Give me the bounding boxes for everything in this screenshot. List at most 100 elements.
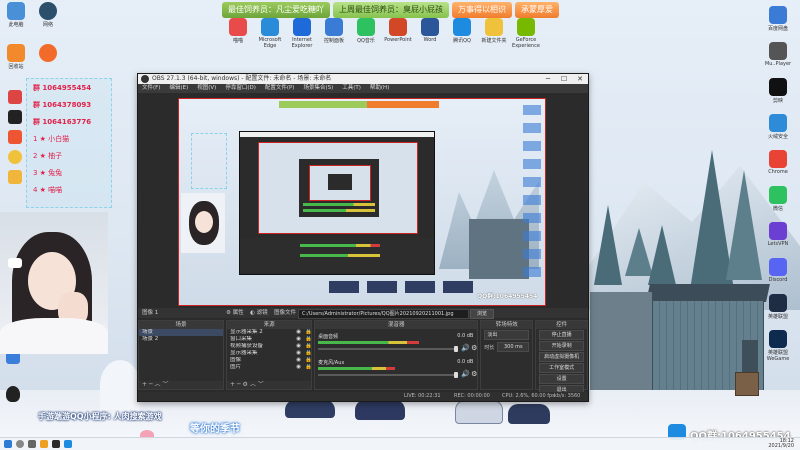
menu-item[interactable]: 文件(F)	[142, 84, 160, 93]
add-icon[interactable]: +	[142, 381, 147, 388]
desktop-icon[interactable]: Word	[414, 18, 446, 43]
desktop-icon[interactable]: 控制面板	[318, 18, 350, 44]
lock-icon[interactable]: 🔒	[305, 350, 311, 357]
chevron-down-icon[interactable]: ﹀	[162, 381, 168, 388]
maximize-button[interactable]: ☐	[556, 74, 572, 84]
menu-item[interactable]: 场景集合(S)	[303, 84, 333, 93]
gear-icon[interactable]: ⚙	[471, 370, 477, 378]
menu-item[interactable]: 配置文件(P)	[265, 84, 295, 93]
desktop-icon[interactable]: 腾讯QQ	[446, 18, 478, 44]
source-item[interactable]: ◉ 🔒 图像	[227, 357, 311, 364]
app-icon[interactable]	[8, 110, 22, 124]
source-item[interactable]: ◉ 🔒 视频捕获设备	[227, 343, 311, 350]
source-item[interactable]: ◉ 🔒 显示器采集 2	[227, 329, 311, 336]
desktop-icon[interactable]: Mu..Player	[762, 42, 794, 67]
eye-icon[interactable]: ◉	[296, 329, 301, 336]
scene-item[interactable]: 场景 2	[139, 336, 223, 343]
desktop-icon[interactable]: PowerPoint	[382, 18, 414, 43]
search-icon[interactable]	[16, 440, 24, 448]
control-button[interactable]: 启动虚拟摄像机	[539, 352, 584, 362]
volume-slider[interactable]	[318, 372, 459, 378]
desktop-icon-network[interactable]: 网络	[32, 2, 64, 28]
source-item[interactable]: ◉ 🔒 窗口采集	[227, 336, 311, 343]
obs-window[interactable]: OBS 27.1.3 (64-bit, windows) - 配置文件: 未命名…	[137, 73, 589, 402]
menu-item[interactable]: 编辑(E)	[169, 84, 188, 93]
control-button[interactable]: 开始录制	[539, 341, 584, 351]
chevron-up-icon[interactable]: ︿	[155, 381, 161, 388]
start-icon[interactable]	[4, 440, 12, 448]
source-item[interactable]: ◉ 🔒 显示器采集	[227, 350, 311, 357]
qq-penguin-icon[interactable]	[6, 386, 20, 402]
app-icon[interactable]	[8, 130, 22, 144]
control-button[interactable]: 停止直播	[539, 330, 584, 340]
control-button[interactable]: 工作室模式	[539, 363, 584, 373]
close-button[interactable]: ✕	[572, 74, 588, 84]
taskbar-app-icon[interactable]	[64, 440, 72, 448]
minimize-button[interactable]: ─	[540, 74, 556, 84]
app-icon[interactable]	[8, 90, 22, 104]
shoe-right	[455, 400, 503, 424]
menu-item[interactable]: 视图(V)	[197, 84, 216, 93]
chevron-up-icon[interactable]: ︿	[250, 381, 256, 388]
desktop-icon[interactable]: 新建文件夹	[478, 18, 510, 44]
duration-field[interactable]: 300 ms	[497, 342, 530, 352]
desktop-icon-app[interactable]	[32, 44, 64, 63]
eye-icon[interactable]: ◉	[296, 357, 301, 364]
gear-icon[interactable]: ⚙	[243, 381, 248, 388]
desktop-icon[interactable]: Chrome	[762, 150, 794, 175]
clock[interactable]: 18:12 2021/9/20	[768, 439, 794, 449]
desktop-icon-recycle[interactable]: 回收站	[0, 44, 32, 70]
volume-slider[interactable]	[318, 346, 459, 352]
slider-knob[interactable]	[454, 346, 459, 352]
desktop-icon[interactable]: 火绒安全	[762, 114, 794, 140]
image-path-field[interactable]: C:/Users/Administrator/Pictures/QQ图片2021…	[298, 309, 469, 319]
remove-icon[interactable]: ─	[237, 381, 241, 388]
lock-icon[interactable]: 🔒	[305, 329, 311, 336]
browse-button[interactable]: 浏览	[470, 309, 495, 319]
lock-icon[interactable]: 🔒	[305, 357, 311, 364]
obs-preview[interactable]: QQ群:1064955454	[178, 98, 546, 306]
desktop-icon[interactable]: GeForce Experience	[510, 18, 542, 49]
source-item[interactable]: ◉ 🔒 图片	[227, 364, 311, 371]
menu-item[interactable]: 工具(T)	[342, 84, 361, 93]
lock-icon[interactable]: 🔒	[305, 336, 311, 343]
taskbar-app-icon[interactable]	[52, 440, 60, 448]
speaker-icon[interactable]: 🔊	[461, 370, 470, 378]
app-icon[interactable]	[8, 150, 22, 164]
desktop-icon[interactable]: QQ音乐	[350, 18, 382, 44]
slider-knob[interactable]	[454, 372, 459, 378]
desktop-icon[interactable]: 英雄联盟 WeGame	[762, 330, 794, 362]
remove-icon[interactable]: ─	[149, 381, 153, 388]
desktop-icon[interactable]: LetsVPN	[762, 222, 794, 247]
menu-item[interactable]: 帮助(H)	[370, 84, 389, 93]
desktop-icon[interactable]: Discord	[762, 258, 794, 283]
desktop-icon[interactable]: 百度网盘	[762, 6, 794, 32]
desktop-icon[interactable]: 微信	[762, 186, 794, 212]
desktop-icon[interactable]: 喵喵	[222, 18, 254, 44]
speaker-icon[interactable]: 🔊	[461, 344, 470, 352]
desktop-icon-this-pc[interactable]: 此电脑	[0, 2, 32, 28]
add-icon[interactable]: +	[230, 381, 235, 388]
desktop-icon[interactable]: 剪映	[762, 78, 794, 104]
gear-icon[interactable]: ⚙	[471, 344, 477, 352]
desktop-icon[interactable]: 英雄联盟	[762, 294, 794, 320]
eye-icon[interactable]: ◉	[296, 350, 301, 357]
app-icon[interactable]	[8, 170, 22, 184]
task-view-icon[interactable]	[28, 440, 36, 448]
transition-select[interactable]: 淡出	[484, 330, 530, 340]
menu-item[interactable]: 停靠窗口(D)	[225, 84, 256, 93]
scene-item[interactable]: 场景	[139, 329, 224, 336]
taskbar-app-icon[interactable]	[40, 440, 48, 448]
eye-icon[interactable]: ◉	[296, 336, 301, 343]
filters-button[interactable]: ◐ 滤镜	[250, 308, 268, 318]
eye-icon[interactable]: ◉	[296, 343, 301, 350]
lock-icon[interactable]: 🔒	[305, 343, 311, 350]
lock-icon[interactable]: 🔒	[305, 364, 311, 371]
desktop-icon[interactable]: Internet Explorer	[286, 18, 318, 49]
chevron-down-icon[interactable]: ﹀	[258, 381, 264, 388]
properties-button[interactable]: ⚙ 属性	[226, 308, 244, 318]
desktop-icon[interactable]: Microsoft Edge	[254, 18, 286, 49]
control-button[interactable]: 设置	[539, 374, 584, 384]
obs-titlebar[interactable]: OBS 27.1.3 (64-bit, windows) - 配置文件: 未命名…	[138, 74, 588, 84]
eye-icon[interactable]: ◉	[296, 364, 301, 371]
